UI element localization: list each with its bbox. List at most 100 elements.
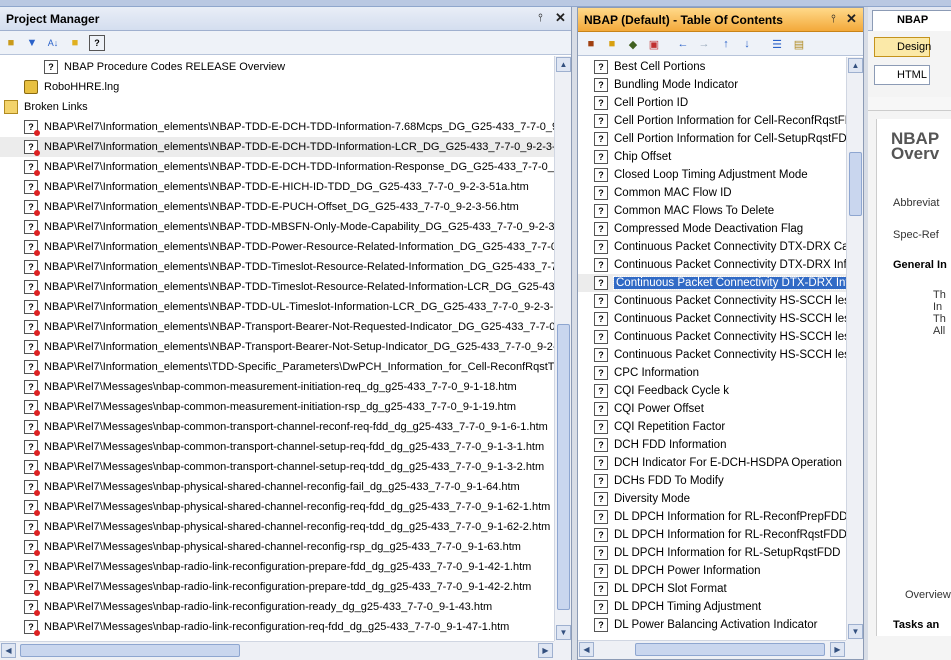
tree-item[interactable]: ? NBAP\Rel7\Messages\nbap-common-measurem… [0,377,554,397]
tree-item[interactable]: ? NBAP\Rel7\Messages\nbap-radio-link-reco… [0,617,554,637]
toc-item[interactable]: ? DCHs FDD To Modify [578,472,846,490]
toc-tree[interactable]: ? Best Cell Portions? Bundling Mode Indica… [578,57,846,640]
properties-icon[interactable]: ▣ [646,36,662,52]
toc-item[interactable]: ? DL DPCH Power Information [578,562,846,580]
toc-item[interactable]: ? DL DPCH Information for RL-ReconfPrepFD… [578,508,846,526]
toc-item[interactable]: ? Best Cell Portions [578,58,846,76]
close-icon[interactable]: ✕ [555,10,566,26]
tree-item[interactable]: ? NBAP\Rel7\Information_elements\NBAP-TDD… [0,117,554,137]
tree-item[interactable]: ? NBAP\Rel7\Messages\nbap-common-transpor… [0,457,554,477]
toc-item[interactable]: ? Continuous Packet Connectivity DTX-DRX … [578,238,846,256]
toc-item[interactable]: ? Cell Portion Information for Cell-Setup… [578,130,846,148]
pin-icon[interactable]: ⫯ [538,12,543,25]
scroll-down-icon[interactable]: ▼ [556,625,571,640]
toc-item[interactable]: ? DL DPCH Timing Adjustment [578,598,846,616]
tree-item[interactable]: ? NBAP\Rel7\Information_elements\NBAP-Tra… [0,317,554,337]
list-view-icon[interactable]: ☰ [769,36,785,52]
document-tab[interactable]: NBAP [872,10,951,31]
toc-item[interactable]: ? Continuous Packet Connectivity HS-SCCH … [578,310,846,328]
tree-item[interactable]: ? NBAP\Rel7\Information_elements\NBAP-Tra… [0,337,554,357]
toc-item[interactable]: ? DL Power Balancing Activation Indicator [578,616,846,634]
help-icon[interactable]: ? [89,35,105,51]
pin-icon[interactable]: ⫯ [831,13,836,26]
toc-item[interactable]: ? Continuous Packet Connectivity DTX-DRX … [578,274,846,292]
toc-item[interactable]: ? Common MAC Flow ID [578,184,846,202]
image-view-icon[interactable]: ▤ [791,36,807,52]
toc-item[interactable]: ? CQI Repetition Factor [578,418,846,436]
arrow-down-icon[interactable]: ↓ [739,36,755,52]
tree-item[interactable]: ? NBAP\Rel7\Information_elements\NBAP-TDD… [0,237,554,257]
toc-item[interactable]: ? Cell Portion ID [578,94,846,112]
toc-item[interactable]: ? DCH Indicator For E-DCH-HSDPA Operation [578,454,846,472]
toc-vertical-scrollbar[interactable]: ▲ ▼ [846,57,863,640]
toc-item[interactable]: ? CQI Feedback Cycle k [578,382,846,400]
project-manager-tree[interactable]: ? NBAP Procedure Codes RELEASE Overview Ro… [0,56,554,641]
tree-item[interactable]: ? NBAP\Rel7\Information_elements\NBAP-TDD… [0,217,554,237]
tree-item[interactable]: RoboHHRE.lng [0,77,554,97]
scroll-thumb[interactable] [849,152,862,216]
tree-item[interactable]: ? NBAP\Rel7\Information_elements\TDD-Spec… [0,357,554,377]
tree-item[interactable]: ? NBAP\Rel7\Information_elements\NBAP-TDD… [0,277,554,297]
html-mode-button[interactable]: HTML [874,65,930,85]
tree-item[interactable]: ? NBAP\Rel7\Messages\nbap-physical-shared… [0,477,554,497]
arrow-left-icon[interactable]: ← [675,36,691,52]
tree-item[interactable]: ? NBAP\Rel7\Messages\nbap-radio-link-reco… [0,557,554,577]
arrow-right-icon[interactable]: → [696,36,712,52]
toc-item[interactable]: ? DCH FDD Information [578,436,846,454]
toc-horizontal-scrollbar[interactable]: ◀ ▶ [578,640,846,659]
scroll-left-icon[interactable]: ◀ [1,643,16,658]
scroll-up-icon[interactable]: ▲ [556,57,571,72]
design-mode-button[interactable]: Design [874,37,931,57]
toc-item[interactable]: ? Continuous Packet Connectivity HS-SCCH … [578,328,846,346]
close-icon[interactable]: ✕ [846,11,857,27]
toc-item[interactable]: ? Diversity Mode [578,490,846,508]
tree-item[interactable]: ? NBAP\Rel7\Information_elements\NBAP-TDD… [0,257,554,277]
scroll-thumb[interactable] [20,644,240,657]
project-manager-vertical-scrollbar[interactable]: ▲ ▼ [554,56,571,641]
open-folder-icon[interactable]: ■ [3,35,19,51]
design-canvas[interactable]: NBAP Overv Abbreviat Spec-Ref General In… [876,119,951,636]
new-page-icon[interactable]: ■ [604,36,620,52]
tree-item[interactable]: ? NBAP\Rel7\Information_elements\NBAP-TDD… [0,157,554,177]
tree-item[interactable]: ? NBAP\Rel7\Messages\nbap-physical-shared… [0,497,554,517]
toc-item[interactable]: ? CQI Power Offset [578,400,846,418]
folder-icon[interactable]: ■ [67,35,83,51]
toc-item[interactable]: ? Cell Portion Information for Cell-Recon… [578,112,846,130]
tree-item[interactable]: ? NBAP\Rel7\Information_elements\NBAP-TDD… [0,197,554,217]
scroll-up-icon[interactable]: ▲ [848,58,863,73]
toc-item[interactable]: ? DL DPCH Information for RL-SetupRqstFDD [578,544,846,562]
toc-item[interactable]: ? Closed Loop Timing Adjustment Mode [578,166,846,184]
toc-item[interactable]: ? CPC Information [578,364,846,382]
toc-item[interactable]: ? Common MAC Flows To Delete [578,202,846,220]
move-icon[interactable]: ◆ [625,36,641,52]
scroll-right-icon[interactable]: ▶ [538,643,553,658]
toc-item[interactable]: ? DL DPCH Slot Format [578,580,846,598]
tree-item[interactable]: ? NBAP\Rel7\Messages\nbap-common-measurem… [0,397,554,417]
new-book-icon[interactable]: ■ [583,36,599,52]
tree-item[interactable]: ? NBAP\Rel7\Messages\nbap-common-transpor… [0,417,554,437]
scroll-down-icon[interactable]: ▼ [848,624,863,639]
toc-item[interactable]: ? Continuous Packet Connectivity DTX-DRX … [578,256,846,274]
scroll-thumb[interactable] [635,643,825,656]
tree-item[interactable]: ? NBAP\Rel7\Messages\nbap-common-transpor… [0,437,554,457]
toc-item[interactable]: ? DL DPCH Information for RL-ReconfRqstFD… [578,526,846,544]
tree-item[interactable]: ? NBAP Procedure Codes RELEASE Overview [0,57,554,77]
scroll-left-icon[interactable]: ◀ [579,642,594,657]
scroll-right-icon[interactable]: ▶ [830,642,845,657]
tree-item[interactable]: ? NBAP\Rel7\Information_elements\NBAP-TDD… [0,137,554,157]
scroll-thumb[interactable] [557,324,570,610]
tree-item[interactable]: Broken Links [0,97,554,117]
toc-item[interactable]: ? Continuous Packet Connectivity HS-SCCH … [578,292,846,310]
toc-item[interactable]: ? Bundling Mode Indicator [578,76,846,94]
tree-item[interactable]: ? NBAP\Rel7\Messages\nbap-physical-shared… [0,517,554,537]
tree-item[interactable]: ? NBAP\Rel7\Information_elements\NBAP-TDD… [0,297,554,317]
project-manager-horizontal-scrollbar[interactable]: ◀ ▶ [0,641,554,660]
filter-icon[interactable]: ▼ [24,35,40,51]
toc-item[interactable]: ? Compressed Mode Deactivation Flag [578,220,846,238]
tree-item[interactable]: ? NBAP\Rel7\Messages\nbap-radio-link-reco… [0,597,554,617]
arrow-up-icon[interactable]: ↑ [718,36,734,52]
tree-item[interactable]: ? NBAP\Rel7\Information_elements\NBAP-TDD… [0,177,554,197]
tree-item[interactable]: ? NBAP\Rel7\Messages\nbap-radio-link-reco… [0,577,554,597]
toc-item[interactable]: ? Chip Offset [578,148,846,166]
sort-az-icon[interactable]: A↓ [45,35,61,51]
